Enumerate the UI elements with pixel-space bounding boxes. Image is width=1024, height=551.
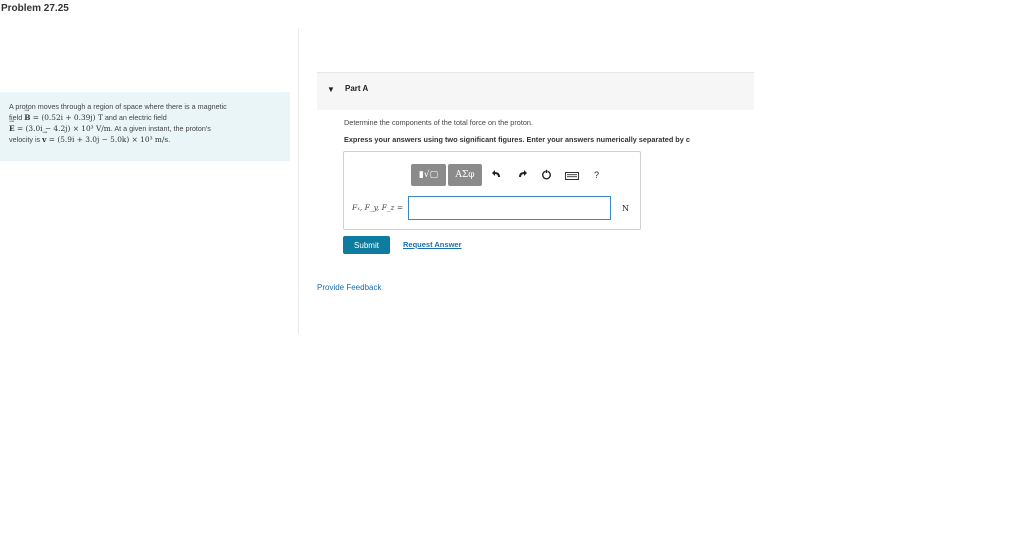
part-instruction: Determine the components of the total fo… (344, 118, 534, 127)
problem-line-4: velocity is v = (5.9i + 3.0j − 5.0k) × 1… (9, 127, 284, 145)
e-value: = (3.0i − 4.2j) × 10³ V/m (14, 124, 111, 133)
keyboard-icon[interactable] (565, 172, 579, 180)
panel-divider (298, 28, 299, 334)
problem-line-3: E = (3.0i − 4.2j) × 10³ V/m. At a given … (9, 116, 284, 134)
provide-feedback-link[interactable]: Provide Feedback (317, 283, 381, 292)
b-vector: B (24, 105, 30, 123)
problem-text-fragment: velocity is (9, 135, 43, 144)
submit-button[interactable]: Submit (343, 236, 390, 254)
problem-text-fragment: and an electric field (102, 113, 167, 122)
velocity-expression: v = (5.9i + 3.0j − 5.0k) × 10³ m/s (42, 127, 169, 145)
templates-button[interactable]: ▮√▢ (411, 164, 446, 186)
v-value: = (5.9i + 3.0j − 5.0k) × 10³ m/s (46, 135, 169, 144)
electric-field-expression: E = (3.0i − 4.2j) × 10³ V/m (9, 116, 111, 134)
e-vector: E (9, 116, 15, 134)
problem-line-1: A proton moves through a region of space… (9, 102, 227, 111)
problem-text-fragment: . (168, 135, 171, 144)
reset-icon[interactable] (541, 169, 552, 180)
answer-unit: N (622, 204, 629, 213)
v-vector: v (42, 127, 47, 145)
symbols-button[interactable]: ΑΣφ (448, 164, 482, 186)
b-value: = (0.52i + 0.39j) T (30, 113, 103, 122)
problem-line-2: field B = (0.52i + 0.39j) T and an elect… (9, 105, 284, 123)
part-a-header[interactable]: ▼ Part A (317, 72, 754, 110)
request-answer-link[interactable]: Request Answer (403, 240, 462, 249)
answer-variables-label: Fₓ, F_y, F_z = (352, 203, 404, 212)
problem-statement: A proton moves through a region of space… (0, 92, 290, 161)
problem-text-fragment: . At a given instant, the proton's (110, 124, 211, 133)
magnetic-field-expression: B = (0.52i + 0.39j) T (24, 105, 103, 123)
help-icon[interactable]: ? (594, 170, 599, 180)
part-label: Part A (345, 84, 369, 93)
undo-icon[interactable] (492, 169, 502, 179)
problem-text: A proton moves through a region of space… (9, 101, 284, 145)
collapse-caret-icon[interactable]: ▼ (327, 85, 335, 94)
problem-title: Problem 27.25 (1, 3, 69, 14)
answer-input[interactable] (408, 196, 611, 220)
answer-format-instruction: Express your answers using two significa… (344, 135, 690, 144)
redo-icon[interactable] (517, 169, 527, 179)
